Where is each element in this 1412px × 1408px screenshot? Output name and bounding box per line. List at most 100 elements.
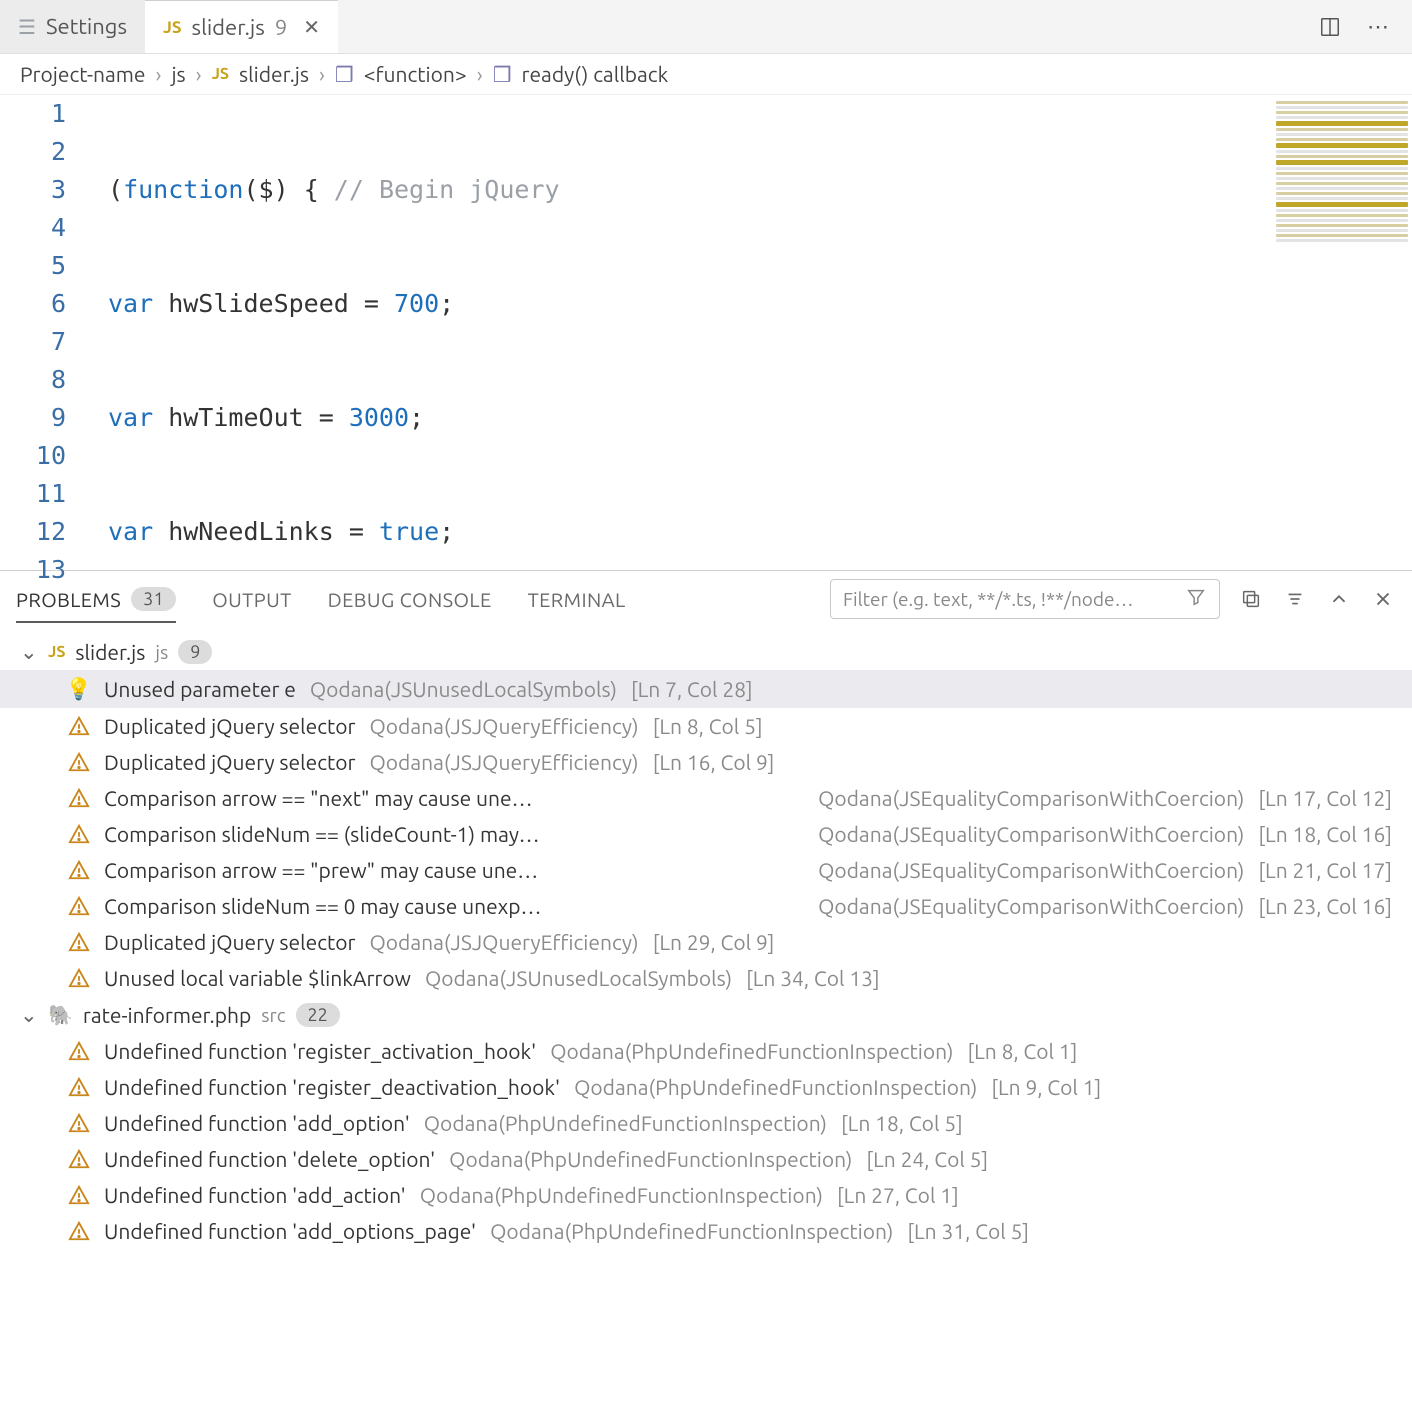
file-group-header[interactable]: ⌄🐘rate-informer.phpsrc22 <box>0 996 1412 1033</box>
problem-location: [Ln 7, Col 28] <box>631 677 753 701</box>
problem-row[interactable]: Comparison slideNum == 0 may cause unexp… <box>0 888 1412 924</box>
crumb-scope[interactable]: <function> <box>364 62 467 86</box>
collapse-all-icon[interactable] <box>1282 586 1308 612</box>
problem-location: [Ln 24, Col 5] <box>866 1147 988 1171</box>
problem-row[interactable]: Comparison arrow == "next" may cause une… <box>0 780 1412 816</box>
warning-icon <box>68 751 90 773</box>
warning-icon <box>68 931 90 953</box>
tab-terminal[interactable]: TERMINAL <box>528 588 626 611</box>
crumb-scope[interactable]: ready() callback <box>522 62 669 86</box>
tab-label: PROBLEMS <box>16 588 121 611</box>
code-area[interactable]: (function($) { // Begin jQuery var hwSli… <box>92 95 1412 570</box>
code-line[interactable]: var hwNeedLinks = true; <box>92 513 1412 551</box>
line-number: 2 <box>0 133 66 171</box>
problem-message: Comparison arrow == "next" may cause une… <box>104 786 533 810</box>
warning-icon <box>68 859 90 881</box>
tab-label: Settings <box>46 14 127 39</box>
line-number: 3 <box>0 171 66 209</box>
line-number: 13 <box>0 551 66 589</box>
problem-row[interactable]: Undefined function 'add_option'Qodana(Ph… <box>0 1105 1412 1141</box>
problem-location: [Ln 17, Col 12] <box>1258 786 1392 810</box>
filter-icon[interactable] <box>1185 586 1207 612</box>
chevron-right-icon: › <box>196 62 202 86</box>
problem-source: Qodana(JSEqualityComparisonWithCoercion) <box>818 858 1244 882</box>
chevron-right-icon: › <box>319 62 325 86</box>
editor[interactable]: 1 2 3 4 5 6 7 8 9 10 11 12 13 (function(… <box>0 94 1412 570</box>
problem-row[interactable]: Comparison arrow == "prew" may cause une… <box>0 852 1412 888</box>
symbol-icon: ❒ <box>493 62 512 87</box>
problem-source: Qodana(PhpUndefinedFunctionInspection) <box>574 1075 977 1099</box>
problem-row[interactable]: 💡Unused parameter eQodana(JSUnusedLocalS… <box>0 670 1412 708</box>
line-number: 7 <box>0 323 66 361</box>
code-line[interactable]: (function($) { // Begin jQuery <box>92 171 1412 209</box>
problem-message: Undefined function 'add_action' <box>104 1183 406 1207</box>
problem-source: Qodana(PhpUndefinedFunctionInspection) <box>550 1039 953 1063</box>
breadcrumb: Project-name › js › JS slider.js › ❒ <fu… <box>0 54 1412 94</box>
problem-row[interactable]: Undefined function 'delete_option'Qodana… <box>0 1141 1412 1177</box>
problem-message: Duplicated jQuery selector <box>104 930 355 954</box>
gutter: 1 2 3 4 5 6 7 8 9 10 11 12 13 <box>0 95 92 570</box>
problem-source: Qodana(JSEqualityComparisonWithCoercion) <box>818 822 1244 846</box>
crumb-project[interactable]: Project-name <box>20 62 146 86</box>
problem-message: Comparison slideNum == 0 may cause unexp… <box>104 894 541 918</box>
file-path: src <box>261 1004 285 1026</box>
chevron-down-icon: ⌄ <box>20 639 38 664</box>
problem-location: [Ln 9, Col 1] <box>991 1075 1101 1099</box>
warning-icon <box>68 787 90 809</box>
problem-source: Qodana(JSJQueryEfficiency) <box>369 930 638 954</box>
more-icon[interactable]: ⋯ <box>1364 13 1392 41</box>
problem-message: Undefined function 'register_deactivatio… <box>104 1075 560 1099</box>
problem-row[interactable]: Undefined function 'add_options_page'Qod… <box>0 1213 1412 1249</box>
problem-source: Qodana(JSUnusedLocalSymbols) <box>425 966 732 990</box>
js-icon: JS <box>163 18 182 37</box>
problem-row[interactable]: Undefined function 'add_action' Qodana(Ph… <box>0 1177 1412 1213</box>
problem-row[interactable]: Unused local variable $linkArrowQodana(J… <box>0 960 1412 996</box>
chevron-down-icon: ⌄ <box>20 1002 38 1027</box>
line-number: 8 <box>0 361 66 399</box>
problem-source: Qodana(PhpUndefinedFunctionInspection) <box>424 1111 827 1135</box>
problem-row[interactable]: Undefined function 'register_deactivatio… <box>0 1069 1412 1105</box>
tab-output[interactable]: OUTPUT <box>212 588 291 611</box>
problem-source: Qodana(JSJQueryEfficiency) <box>369 750 638 774</box>
tab-slider-js[interactable]: JS slider.js 9 ✕ <box>145 0 338 53</box>
filter-input[interactable]: Filter (e.g. text, **/*.ts, !**/node… <box>830 579 1220 619</box>
problem-location: [Ln 18, Col 16] <box>1258 822 1392 846</box>
bottom-panel: PROBLEMS 31 OUTPUT DEBUG CONSOLE TERMINA… <box>0 570 1412 1408</box>
problem-source: Qodana(JSEqualityComparisonWithCoercion) <box>818 894 1244 918</box>
problem-message: Undefined function 'register_activation_… <box>104 1039 536 1063</box>
close-panel-icon[interactable] <box>1370 586 1396 612</box>
code-line[interactable]: var hwTimeOut = 3000; <box>92 399 1412 437</box>
warning-icon <box>68 895 90 917</box>
problem-row[interactable]: Duplicated jQuery selectorQodana(JSJQuer… <box>0 708 1412 744</box>
problem-row[interactable]: Duplicated jQuery selectorQodana(JSJQuer… <box>0 744 1412 780</box>
problem-message: Comparison arrow == "prew" may cause une… <box>104 858 538 882</box>
close-icon[interactable]: ✕ <box>303 15 320 39</box>
problem-location: [Ln 31, Col 5] <box>907 1219 1029 1243</box>
crumb-folder[interactable]: js <box>171 62 185 86</box>
split-editor-icon[interactable] <box>1316 13 1344 41</box>
js-icon: JS <box>212 65 229 83</box>
problem-source: Qodana(JSEqualityComparisonWithCoercion) <box>818 786 1244 810</box>
file-name: rate-informer.php <box>83 1003 251 1027</box>
panel-tab-bar: PROBLEMS 31 OUTPUT DEBUG CONSOLE TERMINA… <box>0 571 1412 627</box>
problem-location: [Ln 34, Col 13] <box>746 966 880 990</box>
chevron-up-icon[interactable] <box>1326 586 1352 612</box>
copy-icon[interactable] <box>1238 586 1264 612</box>
code-line[interactable]: var hwSlideSpeed = 700; <box>92 285 1412 323</box>
crumb-file[interactable]: slider.js <box>239 62 309 86</box>
tab-settings[interactable]: ☰ Settings <box>0 0 145 53</box>
filter-placeholder: Filter (e.g. text, **/*.ts, !**/node… <box>843 588 1133 610</box>
tab-problems[interactable]: PROBLEMS 31 <box>16 587 176 623</box>
chevron-right-icon: › <box>156 62 162 86</box>
problems-list[interactable]: ⌄JSslider.jsjs9💡Unused parameter eQodana… <box>0 627 1412 1255</box>
problem-row[interactable]: Undefined function 'register_activation_… <box>0 1033 1412 1069</box>
file-group-header[interactable]: ⌄JSslider.jsjs9 <box>0 633 1412 670</box>
tab-debug-console[interactable]: DEBUG CONSOLE <box>328 588 492 611</box>
minimap[interactable] <box>1272 95 1412 355</box>
warning-icon <box>68 715 90 737</box>
symbol-icon: ❒ <box>335 62 354 87</box>
problem-location: [Ln 23, Col 16] <box>1258 894 1392 918</box>
problem-row[interactable]: Duplicated jQuery selector Qodana(JSJQuer… <box>0 924 1412 960</box>
problem-source: Qodana(PhpUndefinedFunctionInspection) <box>420 1183 823 1207</box>
problem-row[interactable]: Comparison slideNum == (slideCount-1) ma… <box>0 816 1412 852</box>
